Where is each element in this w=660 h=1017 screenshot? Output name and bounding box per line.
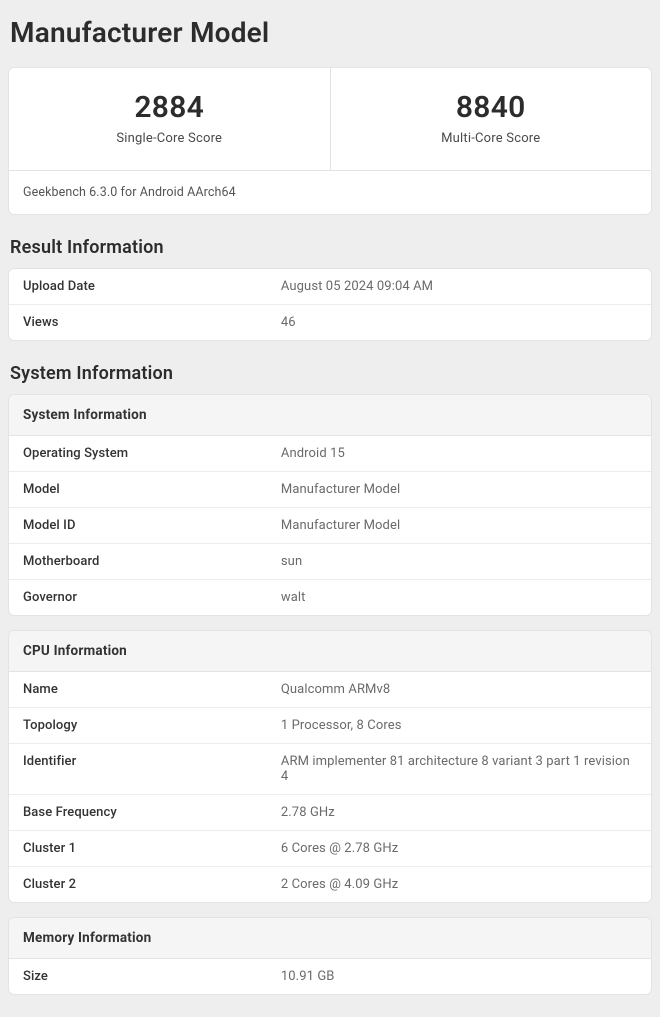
system-info-table: System Information Operating System Andr… <box>8 394 652 616</box>
row-val: Manufacturer Model <box>281 482 637 497</box>
result-info-table: Upload Date August 05 2024 09:04 AM View… <box>8 268 652 341</box>
row-val: ARM implementer 81 architecture 8 varian… <box>281 754 637 784</box>
table-row: Governor walt <box>9 580 651 615</box>
table-row: Size 10.91 GB <box>9 959 651 994</box>
system-info-title: System Information <box>10 363 652 384</box>
table-row: Motherboard sun <box>9 544 651 580</box>
benchmark-version: Geekbench 6.3.0 for Android AArch64 <box>9 171 651 214</box>
single-core-score: 2884 Single-Core Score <box>9 68 330 170</box>
row-key: Governor <box>23 590 281 605</box>
table-header: System Information <box>9 395 651 436</box>
table-header: Memory Information <box>9 918 651 959</box>
table-header: CPU Information <box>9 631 651 672</box>
row-key: Cluster 2 <box>23 877 281 892</box>
row-val: sun <box>281 554 637 569</box>
row-key: Cluster 1 <box>23 841 281 856</box>
row-val: 46 <box>281 315 637 330</box>
row-key: Operating System <box>23 446 281 461</box>
row-key: Size <box>23 969 281 984</box>
single-core-label: Single-Core Score <box>19 131 320 146</box>
table-row: Cluster 1 6 Cores @ 2.78 GHz <box>9 831 651 867</box>
page-title: Manufacturer Model <box>10 16 652 49</box>
table-row: Base Frequency 2.78 GHz <box>9 795 651 831</box>
row-key: Upload Date <box>23 279 281 294</box>
table-row: Identifier ARM implementer 81 architectu… <box>9 744 651 795</box>
table-row: Views 46 <box>9 305 651 340</box>
row-key: Topology <box>23 718 281 733</box>
table-row: Cluster 2 2 Cores @ 4.09 GHz <box>9 867 651 902</box>
row-val: 10.91 GB <box>281 969 637 984</box>
row-val: 2.78 GHz <box>281 805 637 820</box>
row-val: 6 Cores @ 2.78 GHz <box>281 841 637 856</box>
row-key: Model <box>23 482 281 497</box>
row-val: Android 15 <box>281 446 637 461</box>
memory-info-table: Memory Information Size 10.91 GB <box>8 917 652 995</box>
row-key: Views <box>23 315 281 330</box>
table-row: Topology 1 Processor, 8 Cores <box>9 708 651 744</box>
table-row: Operating System Android 15 <box>9 436 651 472</box>
cpu-info-table: CPU Information Name Qualcomm ARMv8 Topo… <box>8 630 652 903</box>
row-val: walt <box>281 590 637 605</box>
row-val: Manufacturer Model <box>281 518 637 533</box>
multi-core-label: Multi-Core Score <box>341 131 642 146</box>
table-row: Name Qualcomm ARMv8 <box>9 672 651 708</box>
row-key: Model ID <box>23 518 281 533</box>
row-key: Base Frequency <box>23 805 281 820</box>
result-info-title: Result Information <box>10 237 652 258</box>
row-key: Name <box>23 682 281 697</box>
row-val: August 05 2024 09:04 AM <box>281 279 637 294</box>
row-val: Qualcomm ARMv8 <box>281 682 637 697</box>
score-row: 2884 Single-Core Score 8840 Multi-Core S… <box>9 68 651 171</box>
table-row: Model Manufacturer Model <box>9 472 651 508</box>
single-core-value: 2884 <box>19 90 320 125</box>
multi-core-score: 8840 Multi-Core Score <box>330 68 652 170</box>
row-val: 1 Processor, 8 Cores <box>281 718 637 733</box>
table-row: Model ID Manufacturer Model <box>9 508 651 544</box>
row-val: 2 Cores @ 4.09 GHz <box>281 877 637 892</box>
score-card: 2884 Single-Core Score 8840 Multi-Core S… <box>8 67 652 215</box>
row-key: Motherboard <box>23 554 281 569</box>
multi-core-value: 8840 <box>341 90 642 125</box>
table-row: Upload Date August 05 2024 09:04 AM <box>9 269 651 305</box>
row-key: Identifier <box>23 754 281 784</box>
